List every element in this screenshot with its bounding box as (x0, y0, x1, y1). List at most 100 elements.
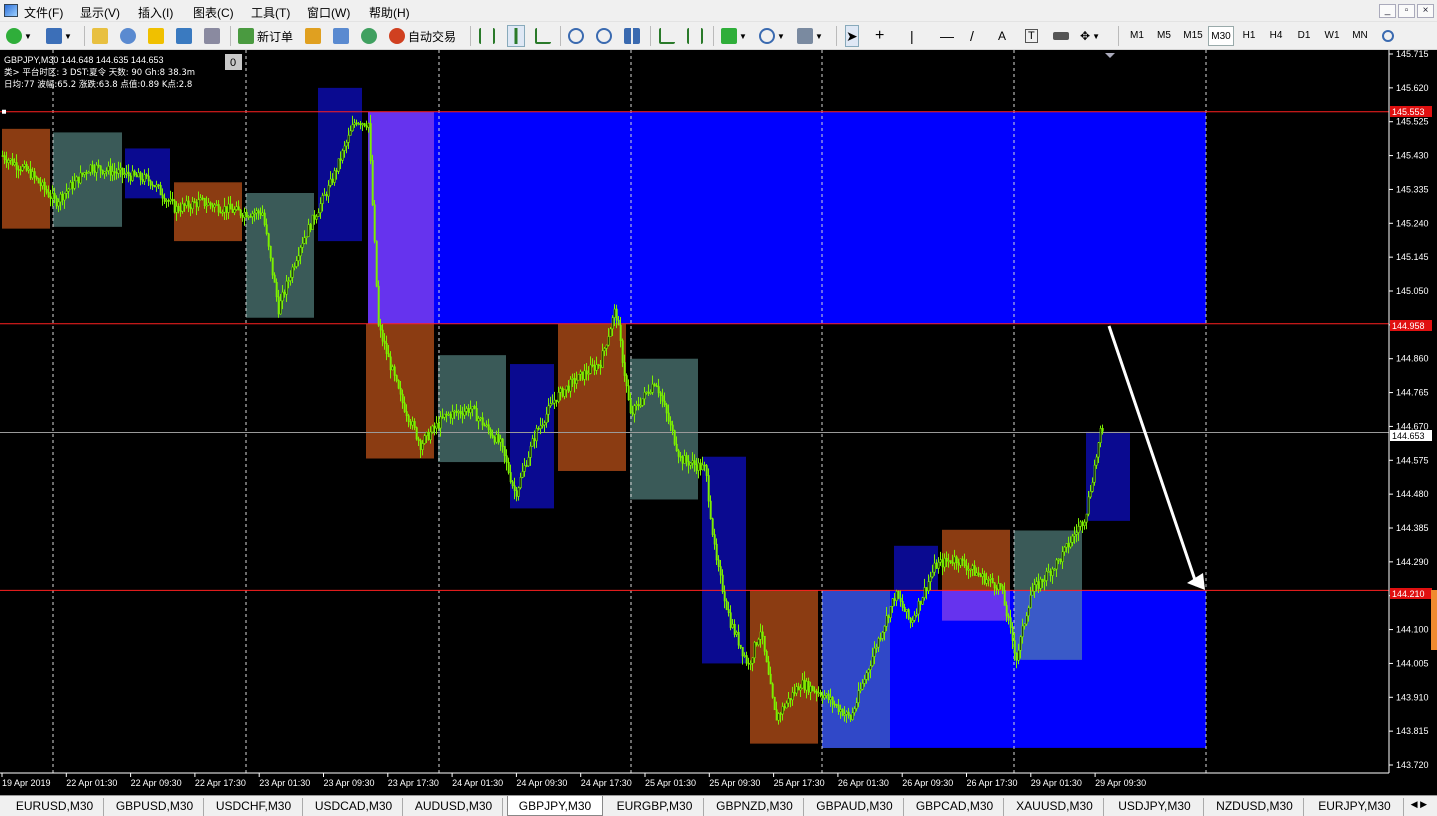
candle-body (793, 692, 796, 694)
periods-icon[interactable]: ▼ (759, 25, 785, 47)
candle-body (217, 204, 220, 213)
candle-body (297, 255, 300, 262)
chart-shift-icon[interactable] (687, 25, 703, 47)
bar-chart-icon[interactable] (479, 25, 495, 47)
candle-body (895, 591, 898, 601)
candle-body (679, 456, 682, 458)
new-order-button[interactable]: 新订单 (238, 25, 293, 47)
candle-body (943, 557, 946, 568)
candle-chart-icon[interactable] (507, 25, 525, 47)
candle-body (567, 385, 570, 392)
candle-body (575, 379, 578, 384)
data-window-icon[interactable] (120, 25, 136, 47)
scroll-indicator[interactable] (1431, 590, 1437, 650)
time-tick-label: 24 Apr 01:30 (452, 778, 503, 788)
price-chart[interactable]: 145.715 145.620 145.525 145.430 145.335 145.2… (0, 50, 1437, 795)
profiles-icon[interactable]: ▼ (46, 25, 72, 47)
tab-audusd-m30[interactable]: AUDUSD,M30 (405, 798, 503, 816)
timeframe-h4[interactable]: H4 (1264, 26, 1288, 46)
trendline-icon[interactable]: / (970, 25, 974, 47)
candle-body (663, 400, 666, 406)
autotrade-button[interactable]: 自动交易 (389, 25, 456, 47)
tab-scroll-arrows[interactable]: ◀ ▶ (1411, 799, 1427, 810)
tester-icon[interactable] (204, 25, 220, 47)
tab-gbpcad-m30[interactable]: GBPCAD,M30 (906, 798, 1004, 816)
candle-body (209, 202, 212, 206)
candle-body (495, 434, 498, 443)
indicators-icon[interactable]: ▼ (721, 25, 747, 47)
timeframe-m1[interactable]: M1 (1125, 26, 1149, 46)
market-watch-icon[interactable] (92, 25, 108, 47)
restore-button[interactable]: ▫ (1398, 4, 1415, 18)
candle-body (207, 202, 210, 206)
vertical-line-icon[interactable]: | (910, 25, 914, 47)
timeframe-d1[interactable]: D1 (1292, 26, 1316, 46)
metaeditor-icon[interactable] (305, 25, 321, 47)
candle-body (73, 180, 76, 189)
radio-icon[interactable] (361, 25, 377, 47)
timeframe-mn[interactable]: MN (1348, 26, 1372, 46)
arrows-icon[interactable] (1053, 25, 1069, 47)
new-chart-icon[interactable]: ▼ (6, 25, 32, 47)
candle-body (513, 485, 516, 491)
menu-window[interactable]: 窗口(W) (307, 4, 350, 21)
timeframe-m30[interactable]: M30 (1208, 26, 1234, 46)
signals-icon[interactable] (333, 25, 349, 47)
candle-body (569, 379, 572, 392)
tab-gbpusd-m30[interactable]: GBPUSD,M30 (106, 798, 204, 816)
menu-help[interactable]: 帮助(H) (369, 4, 410, 21)
templates-icon[interactable]: ▼ (797, 25, 823, 47)
tab-xauusd-m30[interactable]: XAUUSD,M30 (1006, 798, 1104, 816)
candle-body (9, 158, 12, 161)
navigator-icon[interactable] (148, 25, 164, 47)
candle-body (339, 158, 342, 161)
candle-body (423, 435, 426, 444)
zoom-out-icon[interactable] (596, 25, 612, 47)
tab-usdjpy-m30[interactable]: USDJPY,M30 (1106, 798, 1204, 816)
menu-insert[interactable]: 插入(I) (138, 4, 173, 21)
line-chart-icon[interactable] (535, 25, 551, 47)
candle-body (739, 644, 742, 648)
candle-body (247, 216, 250, 218)
horizontal-line-icon[interactable]: — (940, 25, 954, 47)
menu-file[interactable]: 文件(F) (24, 4, 63, 21)
candle-body (751, 657, 754, 664)
autoscroll-icon[interactable] (659, 25, 675, 47)
menu-charts[interactable]: 图表(C) (193, 4, 234, 21)
candle-body (155, 184, 158, 188)
cursor-icon[interactable]: ➤ (845, 25, 859, 47)
tab-gbpjpy-m30[interactable]: GBPJPY,M30 (507, 796, 603, 816)
candle-body (579, 371, 582, 375)
close-button[interactable]: × (1417, 4, 1434, 18)
minimize-button[interactable]: _ (1379, 4, 1396, 18)
timeframe-w1[interactable]: W1 (1320, 26, 1344, 46)
tab-usdcad-m30[interactable]: USDCAD,M30 (305, 798, 403, 816)
text-label-icon[interactable]: T (1025, 25, 1038, 47)
search-icon[interactable] (1382, 25, 1394, 47)
crosshair-icon[interactable]: + (875, 25, 884, 47)
shapes-icon[interactable]: ✥ ▼ (1080, 25, 1100, 47)
tab-eurgbp-m30[interactable]: EURGBP,M30 (606, 798, 704, 816)
candle-body (571, 378, 574, 380)
menu-tools[interactable]: 工具(T) (251, 4, 290, 21)
candle-body (787, 698, 790, 704)
candle-body (879, 638, 882, 640)
candle-body (371, 160, 374, 206)
candle-body (175, 206, 178, 213)
terminal-icon[interactable] (176, 25, 192, 47)
candle-body (267, 233, 270, 247)
tab-gbpnzd-m30[interactable]: GBPNZD,M30 (706, 798, 804, 816)
timeframe-m5[interactable]: M5 (1152, 26, 1176, 46)
candle-body (243, 211, 246, 218)
tab-usdchf-m30[interactable]: USDCHF,M30 (205, 798, 303, 816)
tab-eurusd-m30[interactable]: EURUSD,M30 (6, 798, 104, 816)
tab-eurjpy-m30[interactable]: EURJPY,M30 (1306, 798, 1404, 816)
timeframe-h1[interactable]: H1 (1237, 26, 1261, 46)
tile-windows-icon[interactable] (624, 25, 640, 47)
tab-gbpaud-m30[interactable]: GBPAUD,M30 (806, 798, 904, 816)
zoom-in-icon[interactable] (568, 25, 584, 47)
tab-nzdusd-m30[interactable]: NZDUSD,M30 (1206, 798, 1304, 816)
timeframe-m15[interactable]: M15 (1179, 26, 1207, 46)
text-icon[interactable]: A (998, 25, 1006, 47)
menu-view[interactable]: 显示(V) (80, 4, 120, 21)
